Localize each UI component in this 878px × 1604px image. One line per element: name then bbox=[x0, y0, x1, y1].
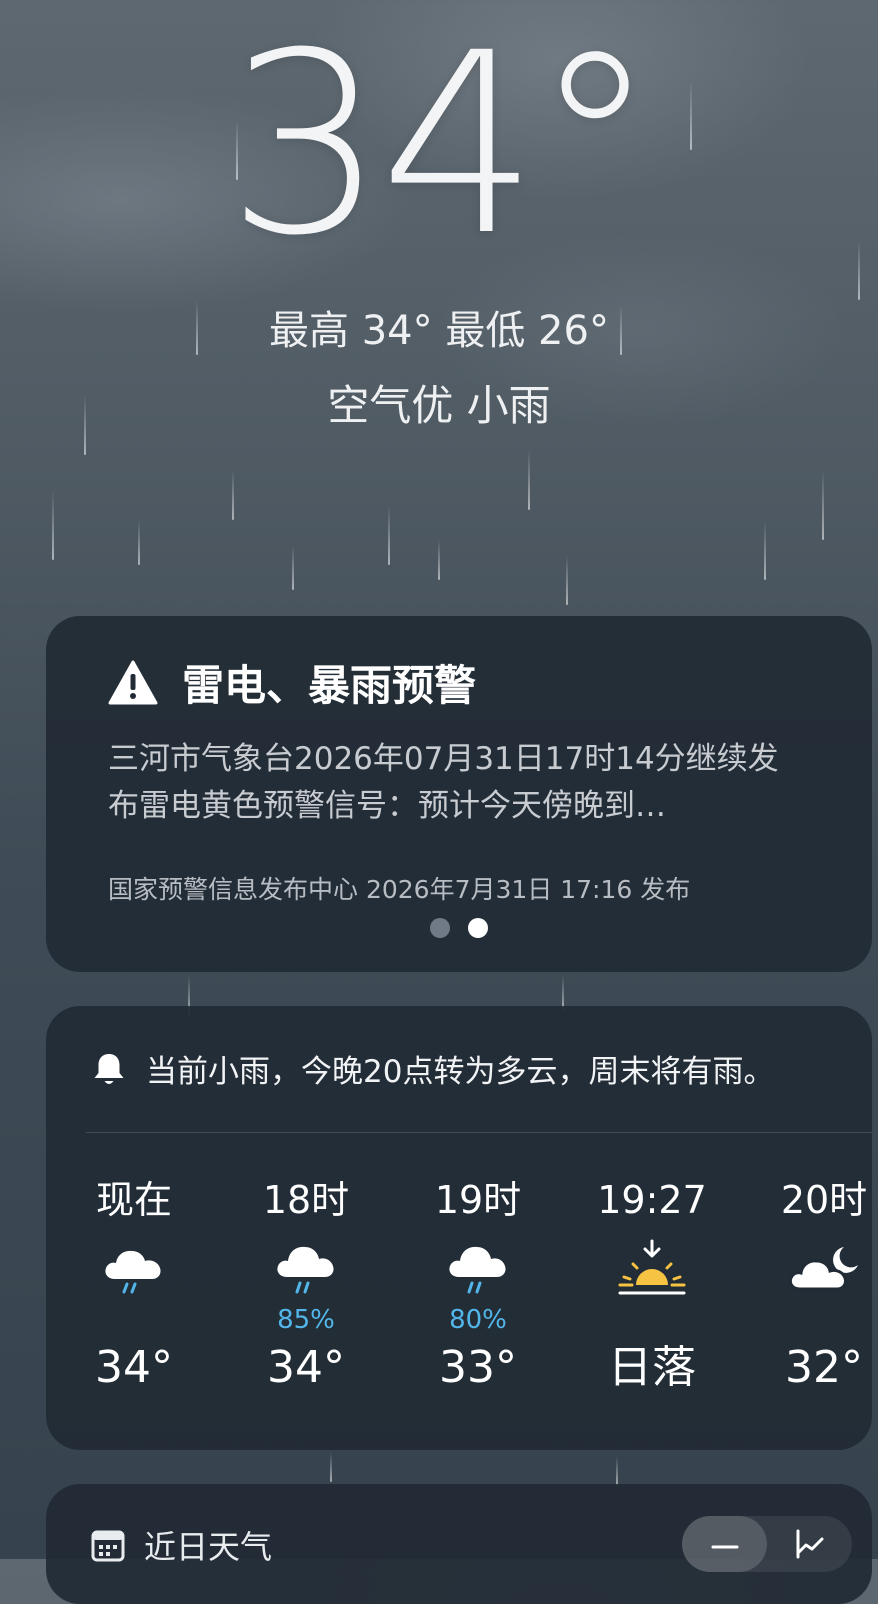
air-quality-condition[interactable]: 空气优 小雨 bbox=[0, 372, 878, 433]
current-weather-hero: 34° 最高 34° 最低 26° 空气优 小雨 bbox=[0, 0, 878, 600]
sunset-icon bbox=[618, 1239, 686, 1295]
hour-label: 19:27 bbox=[597, 1178, 707, 1222]
trend-chart-icon bbox=[796, 1529, 823, 1559]
hourly-item[interactable]: 19:27 日落 bbox=[564, 1156, 740, 1396]
hourly-list[interactable]: 现在 34° 18时 85% 34° 19时 80% 33° 19:27 日落 … bbox=[46, 1156, 872, 1426]
bell-icon bbox=[94, 1053, 124, 1084]
page-dot-2[interactable] bbox=[468, 918, 488, 938]
current-temperature: 34° bbox=[226, 0, 657, 290]
calendar-icon bbox=[91, 1530, 125, 1562]
forecast-summary-text: 当前小雨，今晚20点转为多云，周末将有雨。 bbox=[146, 1054, 775, 1090]
view-toggle[interactable] bbox=[682, 1516, 852, 1572]
alert-source: 国家预警信息发布中心 2026年7月31日 17:16 发布 bbox=[108, 875, 691, 904]
hour-temperature: 34° bbox=[95, 1342, 173, 1393]
recent-weather-header: 近日天气 bbox=[90, 1522, 272, 1568]
precip-chance: 80% bbox=[449, 1305, 507, 1335]
hour-temperature: 33° bbox=[439, 1342, 517, 1393]
hour-temperature: 32° bbox=[785, 1342, 863, 1393]
light-rain-icon bbox=[105, 1250, 161, 1294]
precip-chance bbox=[46, 1304, 222, 1336]
recent-weather-title: 近日天气 bbox=[144, 1528, 273, 1566]
hourly-item[interactable]: 现在 34° bbox=[46, 1156, 222, 1396]
precip-chance bbox=[564, 1304, 740, 1336]
precip-chance bbox=[736, 1304, 878, 1336]
recent-weather-card[interactable]: 近日天气 bbox=[46, 1484, 872, 1604]
page-dot-1[interactable] bbox=[430, 918, 450, 938]
hourly-item[interactable]: 19时 80% 33° bbox=[390, 1156, 566, 1396]
hour-temperature: 34° bbox=[267, 1342, 345, 1393]
hourly-forecast-card: 当前小雨，今晚20点转为多云，周末将有雨。 现在 34° 18时 85% 34°… bbox=[46, 1006, 872, 1450]
hourly-item[interactable]: 18时 85% 34° bbox=[218, 1156, 394, 1396]
weather-alert-card[interactable]: 雷电、暴雨预警 三河市气象台2026年07月31日17时14分继续发布雷电黄色预… bbox=[46, 616, 872, 972]
divider bbox=[86, 1132, 872, 1133]
hour-label: 19时 bbox=[434, 1178, 522, 1222]
precip-chance: 85% bbox=[277, 1305, 335, 1335]
hour-label: 现在 bbox=[95, 1178, 172, 1222]
list-view-button[interactable] bbox=[682, 1516, 767, 1572]
alert-header: 雷电、暴雨预警 bbox=[108, 652, 476, 713]
partly-cloudy-night-icon bbox=[788, 1247, 858, 1291]
alert-body: 三河市气象台2026年07月31日17时14分继续发布雷电黄色预警信号：预计今天… bbox=[108, 741, 779, 824]
rain-icon bbox=[277, 1246, 334, 1294]
hour-label: 20时 bbox=[780, 1178, 868, 1222]
hour-label: 18时 bbox=[262, 1178, 350, 1222]
rain-icon bbox=[449, 1246, 506, 1294]
alert-title: 雷电、暴雨预警 bbox=[182, 661, 477, 710]
chart-view-button[interactable] bbox=[767, 1516, 852, 1572]
alert-page-indicator[interactable] bbox=[46, 918, 872, 938]
list-icon bbox=[711, 1545, 738, 1549]
sunset-label: 日落 bbox=[608, 1342, 696, 1393]
warning-icon bbox=[108, 660, 158, 704]
forecast-summary[interactable]: 当前小雨，今晚20点转为多云，周末将有雨。 bbox=[90, 1046, 774, 1091]
hourly-item[interactable]: 20时 32° bbox=[736, 1156, 878, 1396]
high-low-temperature: 最高 34° 最低 26° bbox=[269, 308, 609, 354]
